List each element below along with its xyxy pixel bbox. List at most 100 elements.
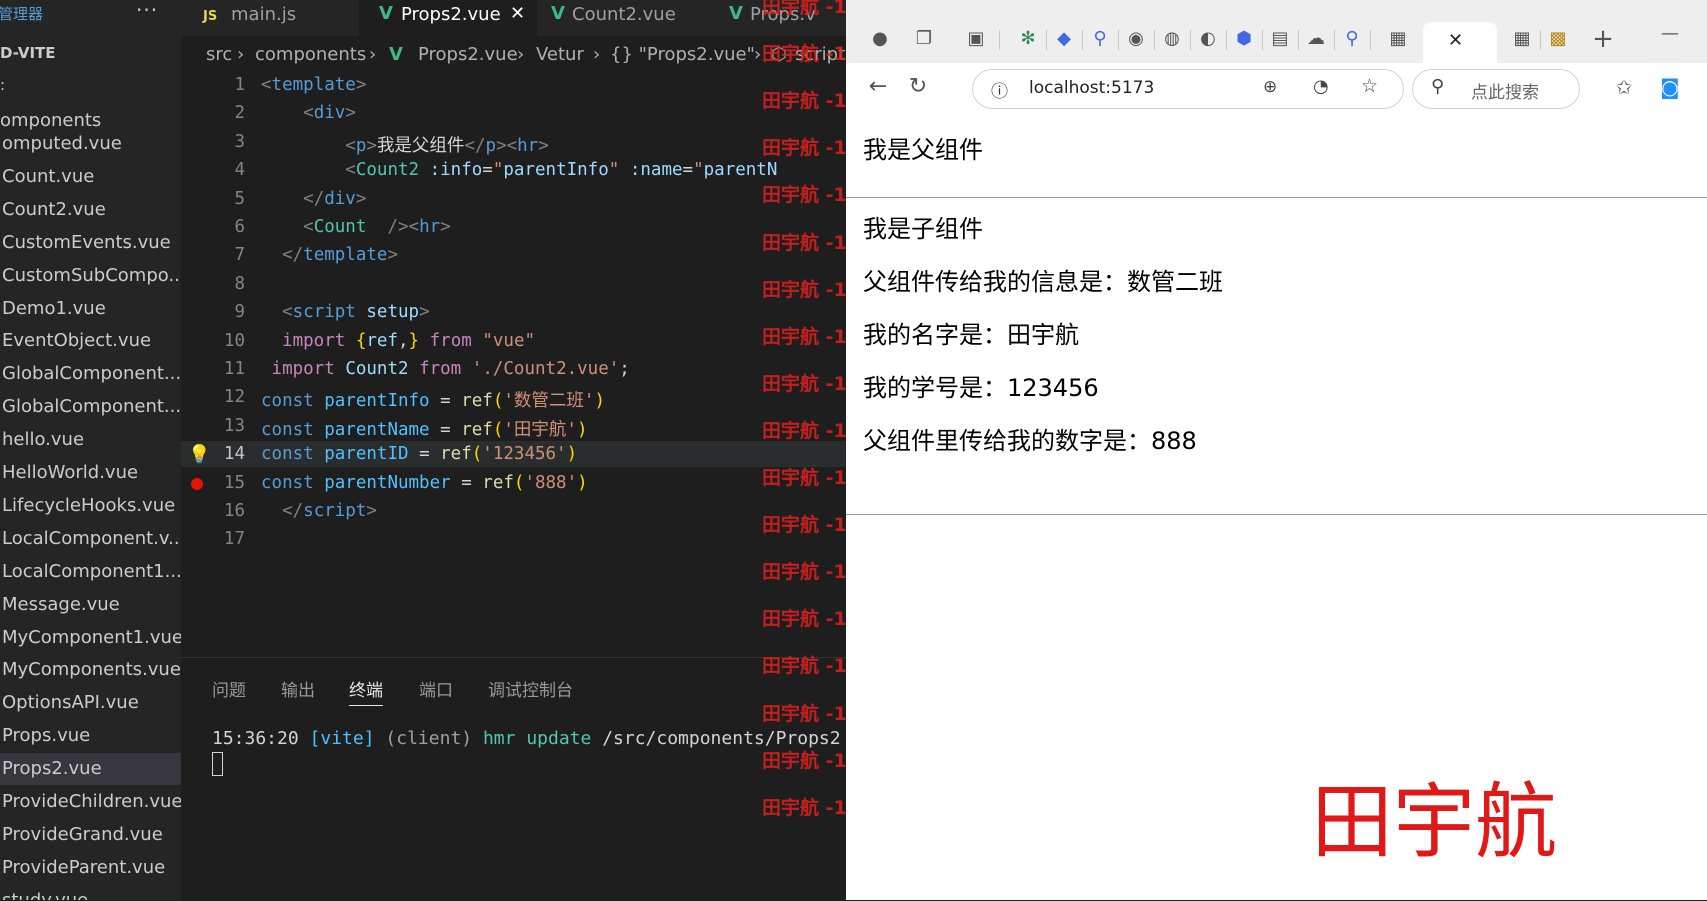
search-input[interactable]: ⚲ 点此搜索: [1412, 69, 1580, 109]
panel-tab-debug-console[interactable]: 调试控制台: [488, 676, 573, 701]
sidebar-file-item[interactable]: Demo1.vue: [0, 293, 181, 325]
sidebar-file-item[interactable]: EventObject.vue: [0, 325, 181, 357]
code-line[interactable]: 12 const parentInfo = ref('数管二班'): [181, 384, 846, 411]
tab-favicon-icon[interactable]: ◆: [1052, 27, 1076, 51]
tab-favicon-icon[interactable]: ◐: [1196, 27, 1220, 51]
sidebar-file-label: MyComponents.vue: [2, 659, 181, 681]
code-line[interactable]: 1 <template>: [181, 72, 846, 98]
close-icon[interactable]: ✕: [510, 3, 525, 24]
sidebar-file-item[interactable]: HelloWorld.vue: [0, 457, 181, 489]
tab-favicon-icon[interactable]: ▦: [1386, 27, 1410, 51]
search-tab-icon[interactable]: ⚲: [1088, 27, 1112, 51]
sidebar-file-item[interactable]: Count2.vue: [0, 194, 181, 226]
url-input[interactable]: ⓘ localhost:5173 ⊕ ◔ ☆: [972, 69, 1404, 109]
code-line[interactable]: 15 const parentNumber = ref('888'): [181, 470, 846, 496]
breadcrumb-file[interactable]: Props2.vue: [418, 44, 518, 65]
line-number: 17: [223, 529, 245, 550]
tree-item-stub: :: [0, 76, 6, 94]
image-tab-icon[interactable]: ▩: [1546, 27, 1570, 51]
sidebar-file-label: Props.vue: [2, 725, 91, 747]
browser-active-tab[interactable]: ✕: [1423, 22, 1497, 63]
tab-props2-vue[interactable]: V Props2.vue ✕: [359, 0, 537, 36]
code-line[interactable]: 10 import {ref,} from "vue": [181, 328, 846, 354]
panel-tab-terminal[interactable]: 终端: [349, 676, 383, 706]
favorite-star-icon[interactable]: ☆: [1361, 75, 1378, 97]
terminal-output[interactable]: 15:36:20 [vite] (client) hmr update /src…: [212, 728, 841, 749]
workspaces-icon[interactable]: ❐: [912, 27, 936, 51]
breadcrumb-src[interactable]: src: [206, 44, 232, 65]
sidebar-file-item[interactable]: Message.vue: [0, 589, 181, 621]
breakpoint-icon[interactable]: [191, 478, 203, 490]
sidebar-file-item[interactable]: ProvideParent.vue: [0, 852, 181, 884]
sidebar-file-item[interactable]: CustomEvents.vue: [0, 227, 181, 259]
name-text: 我的名字是：田宇航: [863, 321, 1079, 349]
sidebar-file-item[interactable]: hello.vue: [0, 424, 181, 456]
panel-tab-ports[interactable]: 端口: [419, 676, 453, 701]
sidebar-file-item[interactable]: Props.vue: [0, 720, 181, 752]
new-tab-icon[interactable]: +: [1591, 26, 1615, 52]
code-line[interactable]: 9 <script setup>: [181, 299, 846, 325]
code-line[interactable]: 4 <Count2 :info="parentInfo" :name="pare…: [181, 157, 846, 183]
code-line[interactable]: 2 <div>: [181, 100, 846, 126]
code-line[interactable]: 8: [181, 271, 846, 297]
tab-count2-vue[interactable]: V Count2.vue: [537, 0, 715, 36]
code-line[interactable]: 3 <p>我是父组件</p><hr>: [181, 129, 846, 156]
search-tab-icon[interactable]: ⚲: [1340, 27, 1364, 51]
sidebar-file-item[interactable]: ProvideChildren.vue: [0, 786, 181, 818]
breadcrumb-object[interactable]: {} "Props2.vue": [610, 44, 755, 65]
code-line[interactable]: 14 const parentID = ref('123456'): [181, 441, 846, 468]
minimize-icon[interactable]: —: [1658, 22, 1682, 46]
favorites-icon[interactable]: ✩: [1612, 75, 1636, 99]
sidebar-file-item[interactable]: study.vue: [0, 885, 181, 900]
tab-favicon-icon[interactable]: ▦: [1510, 27, 1534, 51]
code-editor[interactable]: 1 <template> 2 <div> 3 <p>我是父组件</p><hr> 4 <C…: [181, 72, 846, 657]
breadcrumb-vetur[interactable]: Vetur: [536, 44, 584, 65]
lightbulb-icon[interactable]: 💡: [188, 444, 210, 465]
project-folder[interactable]: D-VITE: [0, 44, 56, 62]
refresh-icon[interactable]: ↻: [906, 75, 930, 99]
sidebar-file-item[interactable]: GlobalComponent....: [0, 358, 181, 390]
tab-favicon-icon[interactable]: ▤: [1268, 27, 1292, 51]
back-icon[interactable]: ←: [866, 75, 890, 99]
panel-tab-problems[interactable]: 问题: [212, 676, 246, 701]
panel-tab-output[interactable]: 输出: [281, 676, 315, 701]
vue-file-icon: V: [729, 3, 743, 24]
tab-actions-icon[interactable]: ▣: [964, 27, 988, 51]
globe-icon[interactable]: ◍: [1160, 27, 1184, 51]
breadcrumb-components[interactable]: components: [255, 44, 366, 65]
close-icon[interactable]: ✕: [1448, 30, 1463, 51]
info-icon[interactable]: ⓘ: [991, 77, 1008, 102]
tab-favicon-icon[interactable]: ⬢: [1232, 27, 1256, 51]
tab-main-js[interactable]: JS main.js: [181, 0, 359, 36]
code-line[interactable]: 7 </template>: [181, 242, 846, 268]
zoom-icon[interactable]: ⊕: [1263, 77, 1277, 97]
sidebar-file-item[interactable]: OptionsAPI.vue: [0, 687, 181, 719]
sidebar-file-item[interactable]: omputed.vue: [0, 128, 181, 160]
sidebar-file-item[interactable]: MyComponent1.vue: [0, 622, 181, 654]
edge-icon[interactable]: ◔: [1313, 76, 1329, 97]
tab-favicon-icon[interactable]: ☁: [1304, 27, 1328, 51]
code-line[interactable]: 16 </script>: [181, 498, 846, 524]
code-line[interactable]: 5 </div>: [181, 186, 846, 212]
tab-favicon-icon[interactable]: ◉: [1124, 27, 1148, 51]
sidebar-file-item[interactable]: LocalComponent.v...: [0, 523, 181, 555]
sidebar-file-item[interactable]: Props2.vue: [0, 753, 181, 786]
line-number: 2: [234, 103, 245, 124]
tab-favicon-icon[interactable]: ✻: [1016, 27, 1040, 51]
breadcrumb: src › components › V Props2.vue › Vetur …: [181, 40, 846, 70]
sidebar-file-label: GlobalComponent...: [2, 396, 181, 418]
more-actions-icon[interactable]: ···: [136, 0, 158, 22]
sidebar-file-item[interactable]: CustomSubCompo...: [0, 260, 181, 292]
code-line[interactable]: 17: [181, 526, 846, 552]
code-line[interactable]: 11 import Count2 from './Count2.vue';: [181, 356, 846, 382]
profile-icon[interactable]: ●: [868, 27, 892, 51]
code-line[interactable]: 6 <Count /><hr>: [181, 214, 846, 240]
sidebar-file-item[interactable]: MyComponents.vue: [0, 654, 181, 686]
sidebar-file-item[interactable]: LifecycleHooks.vue: [0, 490, 181, 522]
sidebar-file-item[interactable]: LocalComponent1....: [0, 556, 181, 588]
sidebar-file-item[interactable]: ProvideGrand.vue: [0, 819, 181, 851]
code-line[interactable]: 13 const parentName = ref('田宇航'): [181, 413, 846, 440]
edge-sidebar-icon[interactable]: ◙: [1658, 75, 1682, 99]
sidebar-file-item[interactable]: Count.vue: [0, 161, 181, 193]
sidebar-file-item[interactable]: GlobalComponent...: [0, 391, 181, 423]
